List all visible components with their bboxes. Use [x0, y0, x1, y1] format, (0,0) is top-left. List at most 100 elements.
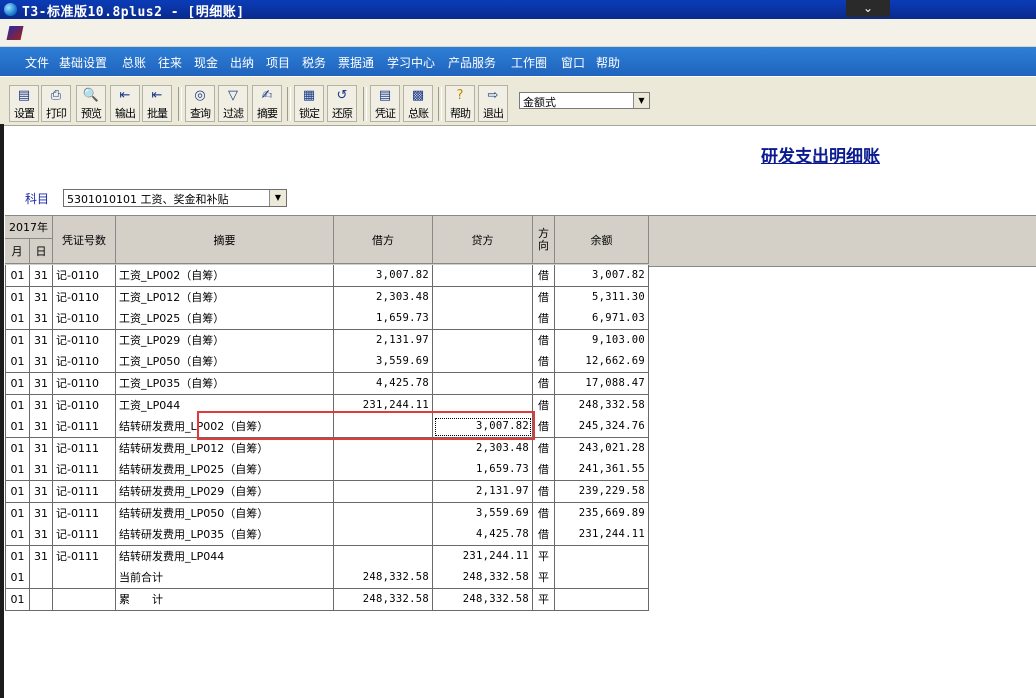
cell-summary[interactable]: 结转研发费用_LP035（自筹）	[116, 524, 334, 547]
cell-balance[interactable]	[555, 545, 649, 568]
cell-summary[interactable]: 结转研发费用_LP012（自筹）	[116, 437, 334, 460]
table-row[interactable]: 01 31 记-0111 结转研发费用_LP012（自筹） 2,303.48 借 243,0…	[5, 437, 649, 460]
cell-voucher-no[interactable]: 记-0110	[53, 394, 116, 417]
table-row[interactable]: 01 31 记-0110 工资_LP044 231,244.11 借 248,332.58	[5, 394, 649, 417]
help-button[interactable]: ? 帮助	[445, 85, 475, 122]
menu-general-ledger[interactable]: 总账	[122, 54, 146, 71]
cell-month[interactable]: 01	[5, 416, 30, 439]
cell-summary[interactable]: 工资_LP029（自筹）	[116, 329, 334, 352]
exit-button[interactable]: ⇨ 退出	[478, 85, 508, 122]
cell-direction[interactable]: 借	[533, 481, 555, 503]
table-row[interactable]: 01 31 记-0111 结转研发费用_LP035（自筹） 4,425.78 借 231,2…	[5, 524, 649, 547]
cell-balance[interactable]: 12,662.69	[555, 351, 649, 374]
cell-voucher-no[interactable]: 记-0110	[53, 286, 116, 309]
cell-debit[interactable]: 231,244.11	[334, 394, 433, 417]
menu-cash[interactable]: 现金	[194, 54, 218, 71]
cell-credit[interactable]: 3,007.82	[433, 416, 533, 439]
cell-month[interactable]: 01	[5, 286, 30, 309]
cell-debit[interactable]	[334, 416, 433, 439]
cell-voucher-no[interactable]: 记-0111	[53, 502, 116, 525]
cell-summary[interactable]: 结转研发费用_LP044	[116, 545, 334, 568]
cell-direction[interactable]: 借	[533, 524, 555, 547]
cell-day[interactable]: 31	[30, 373, 53, 395]
preview-button[interactable]: 🔍 预览	[76, 85, 106, 122]
cell-summary[interactable]: 工资_LP012（自筹）	[116, 286, 334, 309]
cell-day[interactable]: 31	[30, 286, 53, 309]
cell-voucher-no[interactable]: 记-0110	[53, 265, 116, 287]
cell-direction[interactable]: 借	[533, 351, 555, 374]
print-button[interactable]: ⎙ 打印	[41, 85, 71, 122]
cell-month[interactable]: 01	[5, 329, 30, 352]
cell-credit[interactable]: 2,303.48	[433, 437, 533, 460]
cell-direction[interactable]: 借	[533, 459, 555, 482]
cell-direction[interactable]: 平	[533, 545, 555, 568]
cell-month[interactable]: 01	[5, 481, 30, 503]
cell-day[interactable]: 31	[30, 394, 53, 417]
menu-tax[interactable]: 税务	[302, 54, 326, 71]
menu-accounts[interactable]: 往来	[158, 54, 182, 71]
table-row[interactable]: 01 31 记-0110 工资_LP012（自筹） 2,303.48 借 5,311.30	[5, 286, 649, 309]
chevron-down-icon[interactable]: ▼	[269, 190, 286, 206]
cell-month[interactable]: 01	[5, 545, 30, 568]
cell-debit[interactable]: 1,659.73	[334, 308, 433, 331]
cell-debit[interactable]: 2,303.48	[334, 286, 433, 309]
cell-balance[interactable]: 231,244.11	[555, 524, 649, 547]
table-row[interactable]: 01 31 记-0111 结转研发费用_LP025（自筹） 1,659.73 借 241,3…	[5, 459, 649, 482]
chevron-down-icon[interactable]: ▼	[633, 93, 649, 108]
cell-balance[interactable]: 245,324.76	[555, 416, 649, 439]
cell-day[interactable]: 31	[30, 524, 53, 547]
document-window-icon[interactable]	[6, 26, 24, 40]
cell-direction[interactable]: 借	[533, 329, 555, 352]
cell-balance[interactable]	[555, 589, 649, 611]
cell-month[interactable]: 01	[5, 351, 30, 374]
cell-debit[interactable]: 4,425.78	[334, 373, 433, 395]
cell-month[interactable]: 01	[5, 589, 30, 611]
cell-credit[interactable]	[433, 265, 533, 287]
cell-voucher-no[interactable]: 记-0111	[53, 481, 116, 503]
cell-voucher-no[interactable]: 记-0110	[53, 351, 116, 374]
cell-credit[interactable]: 3,559.69	[433, 502, 533, 525]
ledger-button[interactable]: ▩ 总账	[403, 85, 433, 122]
cell-day[interactable]: 31	[30, 545, 53, 568]
cell-debit[interactable]	[334, 502, 433, 525]
cell-balance[interactable]: 9,103.00	[555, 329, 649, 352]
cell-voucher-no[interactable]: 记-0110	[53, 373, 116, 395]
table-row[interactable]: 01 31 记-0111 结转研发费用_LP002（自筹） 3,007.82 借 245,3…	[5, 416, 649, 439]
cell-day[interactable]: 31	[30, 308, 53, 331]
format-select[interactable]: 金额式 ▼	[519, 92, 650, 109]
cell-direction[interactable]: 平	[533, 567, 555, 590]
cell-day[interactable]: 31	[30, 481, 53, 503]
cell-day[interactable]: 31	[30, 329, 53, 352]
settings-button[interactable]: ▤ 设置	[9, 85, 39, 122]
cell-month[interactable]: 01	[5, 459, 30, 482]
cell-direction[interactable]: 借	[533, 394, 555, 417]
table-row[interactable]: 01 31 记-0110 工资_LP002（自筹） 3,007.82 借 3,007.82	[5, 265, 649, 287]
menu-cashier[interactable]: 出纳	[230, 54, 254, 71]
cell-credit[interactable]	[433, 394, 533, 417]
cell-direction[interactable]: 平	[533, 589, 555, 611]
cell-debit[interactable]: 3,007.82	[334, 265, 433, 287]
cell-day[interactable]: 31	[30, 437, 53, 460]
cell-month[interactable]: 01	[5, 437, 30, 460]
cell-summary[interactable]: 工资_LP002（自筹）	[116, 265, 334, 287]
cell-debit[interactable]: 3,559.69	[334, 351, 433, 374]
cell-credit[interactable]	[433, 373, 533, 395]
table-row[interactable]: 01 31 记-0110 工资_LP029（自筹） 2,131.97 借 9,103.00	[5, 329, 649, 352]
cell-voucher-no[interactable]: 记-0111	[53, 416, 116, 439]
menu-help[interactable]: 帮助	[596, 54, 620, 71]
cell-summary[interactable]: 当前合计	[116, 567, 334, 590]
cell-month[interactable]: 01	[5, 373, 30, 395]
cell-summary[interactable]: 结转研发费用_LP050（自筹）	[116, 502, 334, 525]
cell-debit[interactable]: 248,332.58	[334, 567, 433, 590]
cell-voucher-no[interactable]: 记-0111	[53, 437, 116, 460]
cell-credit[interactable]: 1,659.73	[433, 459, 533, 482]
menu-project[interactable]: 项目	[266, 54, 290, 71]
cell-credit[interactable]: 248,332.58	[433, 589, 533, 611]
cell-direction[interactable]: 借	[533, 502, 555, 525]
cell-credit[interactable]	[433, 329, 533, 352]
cell-balance[interactable]: 5,311.30	[555, 286, 649, 309]
cell-debit[interactable]	[334, 437, 433, 460]
menu-basic-setup[interactable]: 基础设置	[59, 54, 107, 71]
cell-summary[interactable]: 结转研发费用_LP029（自筹）	[116, 481, 334, 503]
cell-balance[interactable]	[555, 567, 649, 590]
